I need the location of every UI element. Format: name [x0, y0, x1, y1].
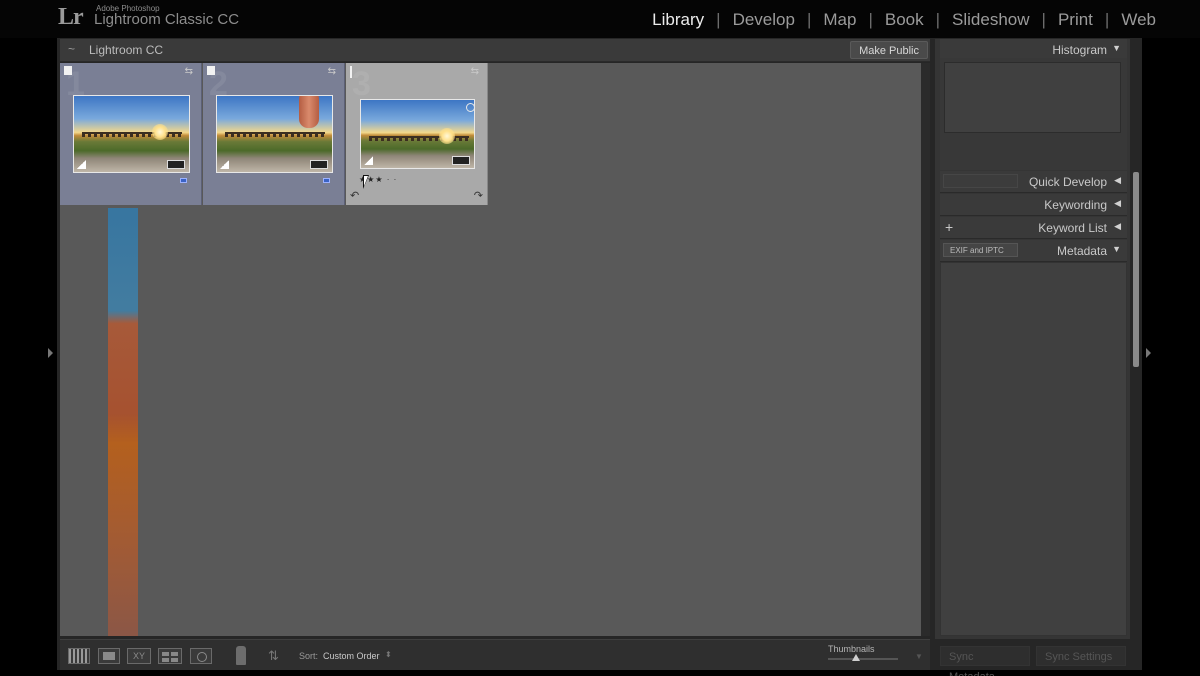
grid-toolbar: XY ⇅ Sort: Custom Order ⬍ Thumbnails ▼: [60, 639, 930, 670]
rotate-left-icon[interactable]: ↶: [350, 189, 359, 202]
module-slideshow[interactable]: Slideshow: [952, 10, 1030, 30]
photo-thumbnail[interactable]: [73, 95, 190, 173]
collapse-arrow-icon[interactable]: ▼: [1112, 244, 1121, 254]
paint-streak-overlay: [108, 208, 138, 636]
module-separator: |: [868, 10, 873, 29]
module-separator: |: [935, 10, 941, 29]
saved-preset-dropdown[interactable]: [943, 174, 1018, 188]
finger-graphic: [299, 96, 319, 128]
scrollbar-thumb[interactable]: [1133, 172, 1139, 367]
panel-header-keyword-list[interactable]: + Keyword List ◀: [940, 217, 1127, 239]
module-develop[interactable]: Develop: [733, 10, 795, 30]
module-separator: |: [806, 10, 812, 29]
keyword-badge-icon[interactable]: [77, 160, 86, 169]
people-view-button[interactable]: [190, 648, 212, 664]
sort-dropdown[interactable]: Custom Order: [323, 651, 380, 661]
histogram-display[interactable]: [944, 62, 1121, 133]
panel-header-keywording[interactable]: Keywording ◀: [940, 194, 1127, 216]
lightroom-logo: Lr: [58, 4, 84, 30]
cloud-sync-icon: ~: [68, 42, 76, 56]
grid-view-button[interactable]: [68, 648, 90, 664]
thumbnail-size-slider[interactable]: [828, 654, 898, 661]
compare-view-button[interactable]: XY: [127, 648, 151, 664]
module-print[interactable]: Print: [1058, 10, 1093, 30]
survey-view-button[interactable]: [158, 648, 182, 664]
expand-arrow-icon[interactable]: ◀: [1114, 221, 1121, 232]
module-map[interactable]: Map: [823, 10, 856, 30]
make-public-button[interactable]: Make Public: [850, 41, 928, 59]
sync-status-icon: ⇆: [327, 66, 336, 77]
keyword-badge-icon[interactable]: [364, 156, 373, 165]
thumbnails-label: Thumbnails: [828, 644, 875, 654]
rotate-right-icon[interactable]: ↷: [474, 189, 483, 202]
metadata-badge-icon[interactable]: [323, 178, 330, 183]
module-library[interactable]: Library: [652, 10, 704, 30]
sync-status-icon: ⇆: [184, 66, 193, 77]
metadata-panel-body: [940, 262, 1127, 636]
collection-badge-icon[interactable]: [167, 160, 185, 169]
flag-icon[interactable]: [64, 66, 72, 75]
toolbar-menu-icon[interactable]: ▼: [915, 652, 923, 661]
module-separator: |: [1041, 10, 1046, 29]
painter-spray-can-icon[interactable]: [236, 646, 246, 665]
module-book[interactable]: Book: [885, 10, 924, 30]
panel-title: Metadata: [1056, 244, 1107, 258]
keyword-badge-icon[interactable]: [220, 160, 229, 169]
identity-plate: Lr Adobe Photoshop Lightroom Classic CC …: [0, 0, 1200, 38]
photo-grid[interactable]: 1 ⇆ 2 ⇆ 3 ⇆ ★★★ · · ↶ ↷: [60, 63, 921, 636]
collection-badge-icon[interactable]: [452, 156, 470, 165]
collection-header: ~ Lightroom CC Make Public: [60, 39, 930, 62]
grid-cell[interactable]: 2 ⇆: [203, 63, 345, 205]
expand-arrow-icon[interactable]: ◀: [1114, 175, 1121, 186]
left-panel-toggle-icon[interactable]: [48, 348, 53, 358]
slider-knob[interactable]: [852, 654, 860, 661]
photo-thumbnail[interactable]: [360, 99, 475, 169]
collection-badge-icon[interactable]: [310, 160, 328, 169]
right-panel-toggle-icon[interactable]: [1146, 348, 1151, 358]
sync-settings-button[interactable]: Sync Settings: [1036, 646, 1126, 666]
sort-label: Sort:: [299, 651, 319, 661]
panel-title: Keyword List: [1038, 221, 1107, 235]
viaduct-graphic: [225, 132, 325, 137]
module-separator: |: [1104, 10, 1110, 29]
grid-scrollbar[interactable]: [921, 63, 930, 636]
photo-thumbnail[interactable]: [216, 95, 333, 173]
sync-status-icon: ⇆: [470, 66, 479, 77]
quick-collection-icon[interactable]: [466, 103, 474, 112]
add-keyword-icon[interactable]: +: [945, 219, 953, 235]
metadata-preset-dropdown[interactable]: EXIF and IPTC: [943, 243, 1018, 257]
sun-graphic: [152, 124, 168, 140]
expand-arrow-icon[interactable]: ◀: [1114, 198, 1121, 209]
flag-icon[interactable]: [207, 66, 215, 75]
sort-direction-icon[interactable]: ⇅: [268, 648, 279, 664]
grid-cell[interactable]: 1 ⇆: [60, 63, 202, 205]
panel-title: Quick Develop: [1028, 175, 1107, 189]
sun-graphic: [439, 128, 455, 144]
panel-header-quick-develop[interactable]: Quick Develop ◀: [940, 171, 1127, 193]
panel-header-metadata[interactable]: EXIF and IPTC Metadata ▼: [940, 240, 1127, 262]
metadata-badge-icon[interactable]: [180, 178, 187, 183]
sync-metadata-button[interactable]: Sync Metadata: [940, 646, 1030, 676]
chevron-down-icon: ⬍: [385, 650, 392, 659]
module-picker: Library | Develop | Map | Book | Slidesh…: [652, 10, 1156, 30]
module-web[interactable]: Web: [1121, 10, 1156, 30]
collection-name: Lightroom CC: [89, 43, 164, 57]
loupe-view-button[interactable]: [98, 648, 120, 664]
brand-name: Lightroom Classic CC: [94, 11, 240, 28]
module-separator: |: [716, 10, 721, 29]
collapse-arrow-icon[interactable]: ▼: [1112, 43, 1121, 53]
panel-title: Histogram: [1052, 43, 1107, 57]
panel-title: Keywording: [1044, 198, 1107, 212]
mouse-cursor-icon: [363, 175, 369, 189]
flag-icon[interactable]: [350, 66, 352, 78]
